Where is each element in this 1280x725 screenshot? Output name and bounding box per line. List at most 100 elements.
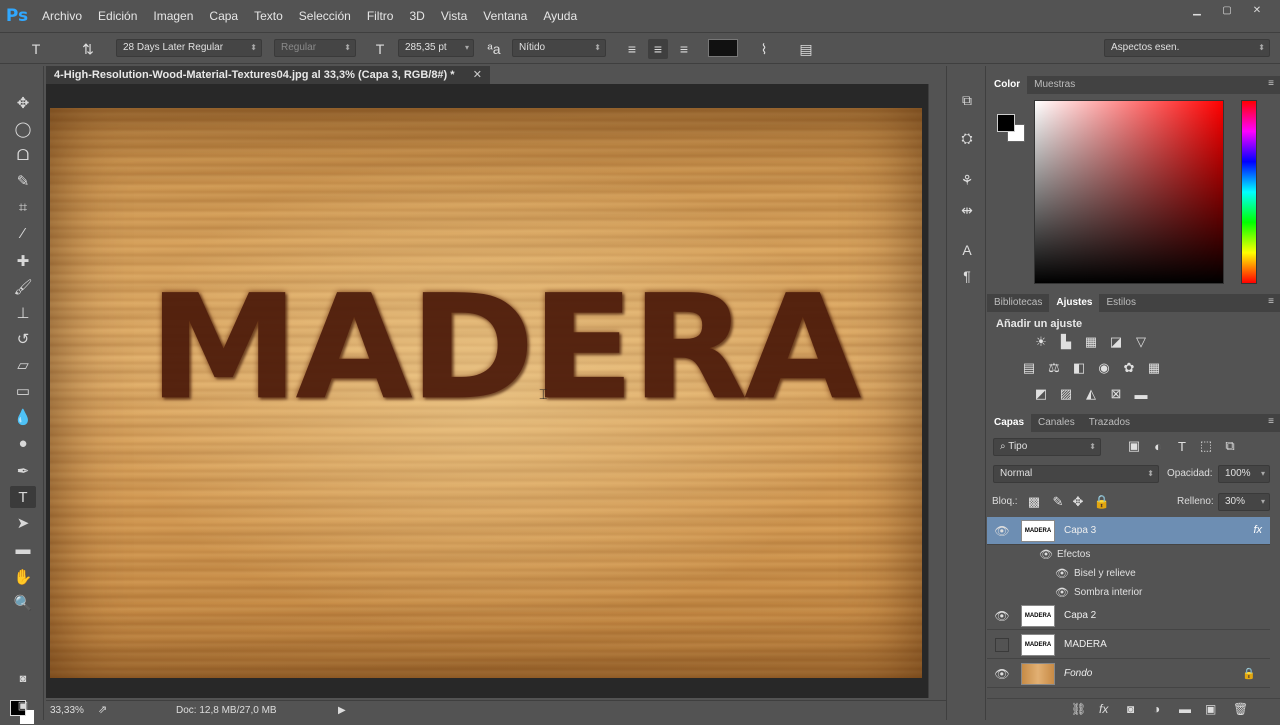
eyedropper-icon[interactable]: ⁄ bbox=[10, 222, 36, 244]
effects-row[interactable]: 👁 Efectos bbox=[987, 545, 1270, 564]
tab-bibliotecas[interactable]: Bibliotecas bbox=[987, 294, 1049, 312]
menu-ayuda[interactable]: Ayuda bbox=[535, 0, 585, 32]
brightness-icon[interactable]: ☀ bbox=[1032, 334, 1050, 350]
menu-seleccion[interactable]: Selección bbox=[291, 0, 359, 32]
brush-panel-icon[interactable]: ⚘ bbox=[957, 170, 977, 190]
layer-row-capa-2[interactable]: 👁 MADERA Capa 2 bbox=[987, 602, 1270, 630]
color-field[interactable] bbox=[1034, 100, 1224, 284]
quick-selection-icon[interactable]: ✎ bbox=[10, 170, 36, 192]
minimize-icon[interactable]: ▁ bbox=[1184, 3, 1210, 17]
filter-pixel-icon[interactable]: ▣ bbox=[1125, 438, 1143, 454]
color-lookup-icon[interactable]: ▦ bbox=[1145, 360, 1163, 376]
tab-estilos[interactable]: Estilos bbox=[1099, 294, 1142, 312]
character-panel-icon[interactable]: ▤ bbox=[796, 39, 816, 59]
pen-tool-icon[interactable]: ✒ bbox=[10, 460, 36, 482]
layer-row-capa-3[interactable]: 👁 MADERA Capa 3 fx bbox=[987, 517, 1270, 545]
workspace-select[interactable]: Aspectos esen. ⬍ bbox=[1104, 39, 1270, 57]
rectangle-tool-icon[interactable]: ▬ bbox=[10, 538, 36, 560]
brush-presets-icon[interactable]: ⇹ bbox=[957, 200, 977, 220]
effect-eye-icon[interactable]: 👁 bbox=[1055, 586, 1069, 599]
color-balance-icon[interactable]: ⚖ bbox=[1045, 360, 1063, 376]
layer-name[interactable]: MADERA bbox=[1064, 639, 1107, 650]
align-left-icon[interactable]: ≡ bbox=[622, 39, 642, 59]
foreground-color-chip[interactable] bbox=[997, 114, 1015, 132]
tab-ajustes[interactable]: Ajustes bbox=[1049, 294, 1100, 312]
black-white-icon[interactable]: ◧ bbox=[1070, 360, 1088, 376]
layer-row-madera[interactable]: MADERA MADERA bbox=[987, 631, 1270, 659]
visibility-eye-icon[interactable]: 👁 bbox=[994, 524, 1009, 538]
filter-adjustment-icon[interactable]: ◐ bbox=[1149, 438, 1167, 454]
layer-name[interactable]: Fondo bbox=[1064, 668, 1092, 679]
menu-ventana[interactable]: Ventana bbox=[475, 0, 535, 32]
filter-smart-icon[interactable]: ⧉ bbox=[1221, 438, 1239, 454]
gradient-tool-icon[interactable]: ▭ bbox=[10, 380, 36, 402]
blend-mode-select[interactable]: Normal ⬍ bbox=[993, 465, 1159, 483]
layer-row-fondo[interactable]: 👁 Fondo 🔒 bbox=[987, 660, 1270, 688]
font-size-select[interactable]: 285,35 pt ▾ bbox=[398, 39, 474, 57]
history-brush-icon[interactable]: ↺ bbox=[10, 328, 36, 350]
menu-vista[interactable]: Vista bbox=[433, 0, 475, 32]
effect-row-bevel[interactable]: 👁 Bisel y relieve bbox=[987, 564, 1270, 583]
tab-capas[interactable]: Capas bbox=[987, 414, 1032, 432]
levels-icon[interactable]: ▙ bbox=[1057, 334, 1075, 350]
tab-muestras[interactable]: Muestras bbox=[1027, 76, 1082, 94]
document-tab[interactable]: 4-High-Resolution-Wood-Material-Textures… bbox=[46, 66, 490, 84]
eraser-icon[interactable]: ▱ bbox=[10, 354, 36, 376]
history-panel-icon[interactable]: ⧉ bbox=[957, 90, 977, 110]
effects-eye-icon[interactable]: 👁 bbox=[1039, 548, 1053, 561]
layer-fx-icon[interactable]: fx bbox=[1253, 524, 1262, 536]
layer-name[interactable]: Capa 2 bbox=[1064, 610, 1096, 621]
visibility-eye-icon[interactable]: 👁 bbox=[994, 609, 1009, 623]
brush-tool-icon[interactable]: 🖌 bbox=[10, 276, 36, 298]
menu-texto[interactable]: Texto bbox=[246, 0, 291, 32]
font-family-select[interactable]: 28 Days Later Regular ⬍ bbox=[116, 39, 262, 57]
zoom-level[interactable]: 33,33% bbox=[50, 705, 84, 716]
exposure-icon[interactable]: ◪ bbox=[1107, 334, 1125, 350]
tab-canales[interactable]: Canales bbox=[1031, 414, 1082, 432]
lock-all-icon[interactable]: 🔒 bbox=[1093, 494, 1111, 510]
channel-mixer-icon[interactable]: ✿ bbox=[1120, 360, 1138, 376]
vertical-scrollbar[interactable] bbox=[928, 84, 946, 698]
photo-filter-icon[interactable]: ◉ bbox=[1095, 360, 1113, 376]
paragraph-panel-icon[interactable]: ¶ bbox=[957, 266, 977, 286]
lock-pixels-icon[interactable]: ✎ bbox=[1049, 494, 1067, 510]
zoom-tool-icon[interactable]: 🔍 bbox=[10, 592, 36, 614]
invert-icon[interactable]: ◩ bbox=[1032, 386, 1050, 402]
crop-tool-icon[interactable]: ⌗ bbox=[10, 196, 36, 218]
fill-input[interactable]: 30% ▾ bbox=[1218, 493, 1270, 511]
status-menu-arrow-icon[interactable]: ▶ bbox=[338, 705, 346, 716]
vibrance-icon[interactable]: ▽ bbox=[1132, 334, 1150, 350]
menu-filtro[interactable]: Filtro bbox=[359, 0, 402, 32]
opacity-input[interactable]: 100% ▾ bbox=[1218, 465, 1270, 483]
add-mask-icon[interactable]: ◙ bbox=[1127, 702, 1134, 716]
panel-menu-icon[interactable]: ≡ bbox=[1268, 78, 1274, 89]
hand-tool-icon[interactable]: ✋ bbox=[10, 566, 36, 588]
font-style-select[interactable]: Regular ⬍ bbox=[274, 39, 356, 57]
panel-menu-icon[interactable]: ≡ bbox=[1268, 416, 1274, 427]
menu-3d[interactable]: 3D bbox=[401, 0, 432, 32]
lock-position-icon[interactable]: ✥ bbox=[1069, 494, 1087, 510]
text-color-swatch[interactable] bbox=[708, 39, 738, 57]
selective-color-icon[interactable]: ⊠ bbox=[1107, 386, 1125, 402]
warp-text-icon[interactable]: ⌇ bbox=[754, 39, 774, 59]
menu-capa[interactable]: Capa bbox=[201, 0, 246, 32]
share-icon[interactable]: ⇗ bbox=[98, 703, 107, 716]
new-layer-icon[interactable]: ▣ bbox=[1205, 702, 1216, 716]
layer-filter-select[interactable]: ⌕ Tipo ⬍ bbox=[993, 438, 1101, 456]
elliptical-marquee-icon[interactable]: ◯ bbox=[10, 118, 36, 140]
gradient-map-icon[interactable]: ▬ bbox=[1132, 386, 1150, 402]
effect-row-inner-shadow[interactable]: 👁 Sombra interior bbox=[987, 583, 1270, 602]
text-orientation-icon[interactable]: ⇅ bbox=[78, 39, 98, 59]
character-panel-icon[interactable]: A bbox=[957, 240, 977, 260]
new-adjustment-icon[interactable]: ◑ bbox=[1153, 702, 1160, 716]
quick-mask-icon[interactable]: ◙ bbox=[10, 668, 36, 690]
tab-color[interactable]: Color bbox=[987, 76, 1028, 94]
maximize-icon[interactable]: ▢ bbox=[1214, 3, 1240, 17]
clone-stamp-icon[interactable]: ⊥ bbox=[10, 302, 36, 324]
lasso-tool-icon[interactable]: ᗝ bbox=[10, 144, 36, 166]
blur-tool-icon[interactable]: 💧 bbox=[10, 406, 36, 428]
layer-name[interactable]: Capa 3 bbox=[1064, 525, 1096, 536]
align-right-icon[interactable]: ≡ bbox=[674, 39, 694, 59]
delete-layer-icon[interactable]: 🗑 bbox=[1233, 702, 1248, 716]
align-center-icon[interactable]: ≡ bbox=[648, 39, 668, 59]
